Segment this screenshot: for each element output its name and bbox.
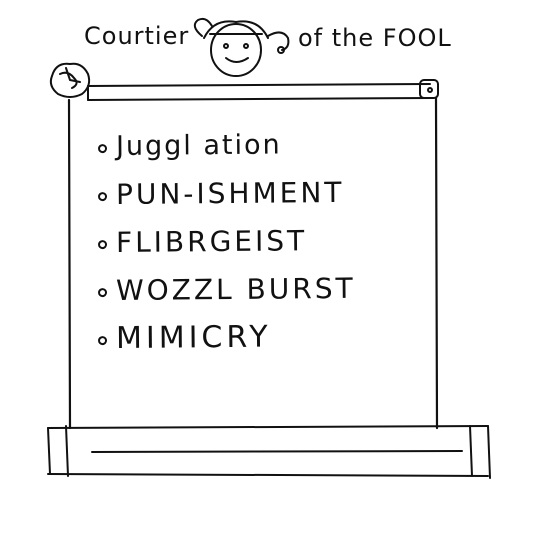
scroll-bottom-roll (47, 425, 491, 479)
title-courtier: Courtier (84, 22, 190, 50)
move-label: Juggl ation (115, 129, 282, 162)
list-item: PUN-ISHMENT (97, 175, 356, 211)
bullet-circle (97, 240, 108, 250)
move-list: Juggl ation PUN-ISHMENT FLIBRGEIST WOZZL… (97, 129, 356, 370)
scroll-paper: Juggl ation PUN-ISHMENT FLIBRGEIST WOZZL… (70, 92, 434, 424)
bullet-circle (97, 144, 108, 154)
page-title: Courtier of the FOOL (78, 14, 498, 74)
list-item: MIMICRY (97, 319, 356, 356)
bullet-circle (97, 288, 108, 298)
list-item: Juggl ation (97, 129, 356, 162)
title-of-the-fool: of the FOOL (298, 24, 452, 52)
list-item: FLIBRGEIST (97, 224, 356, 259)
bullet-circle (97, 192, 108, 202)
bullet-circle (97, 336, 108, 346)
move-label: MIMICRY (115, 319, 272, 356)
move-label: FLIBRGEIST (115, 224, 308, 259)
list-item: WOZZL BURST (97, 271, 356, 307)
move-label: WOZZL BURST (115, 271, 356, 307)
move-label: PUN-ISHMENT (115, 175, 345, 211)
